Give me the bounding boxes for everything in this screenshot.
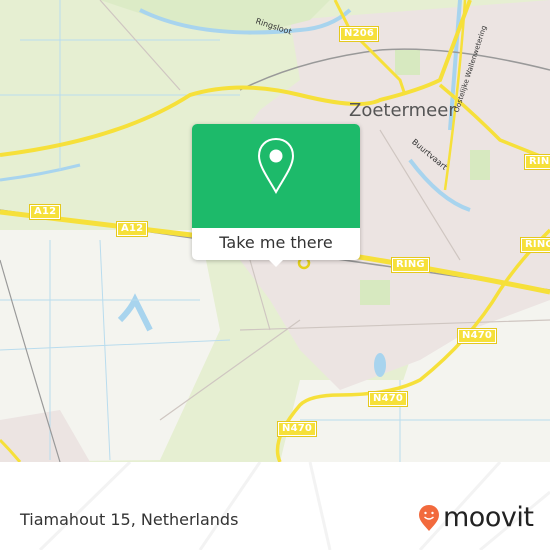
popup-pointer — [268, 259, 284, 267]
moovit-logo[interactable]: moovit — [418, 502, 534, 533]
city-label-zoetermeer: Zoetermeer — [349, 100, 456, 121]
brand-name: moovit — [443, 502, 534, 533]
road-shield-n206: N206 — [338, 26, 380, 42]
location-popup: Take me there — [192, 124, 360, 267]
field-area — [280, 380, 550, 462]
park — [470, 150, 490, 180]
moovit-pin-icon — [419, 505, 439, 531]
park — [395, 50, 420, 75]
road-shield-ring: RING — [520, 237, 550, 253]
road-shield-n470: N470 — [367, 391, 409, 407]
road-shield-ring: RING — [524, 154, 550, 170]
road-shield-ring: RING — [391, 257, 430, 273]
popup-header — [192, 124, 360, 228]
road-shield-n470: N470 — [456, 328, 498, 344]
road-shield-n470: N470 — [276, 421, 318, 437]
address-label: Tiamahout 15, Netherlands — [20, 510, 239, 529]
road-shield-a12: A12 — [115, 221, 149, 237]
pond — [374, 353, 386, 377]
take-me-there-button[interactable]: Take me there — [192, 228, 360, 260]
road-shield-a12: A12 — [28, 204, 62, 220]
map-pin-icon — [257, 137, 295, 195]
park — [360, 280, 390, 305]
